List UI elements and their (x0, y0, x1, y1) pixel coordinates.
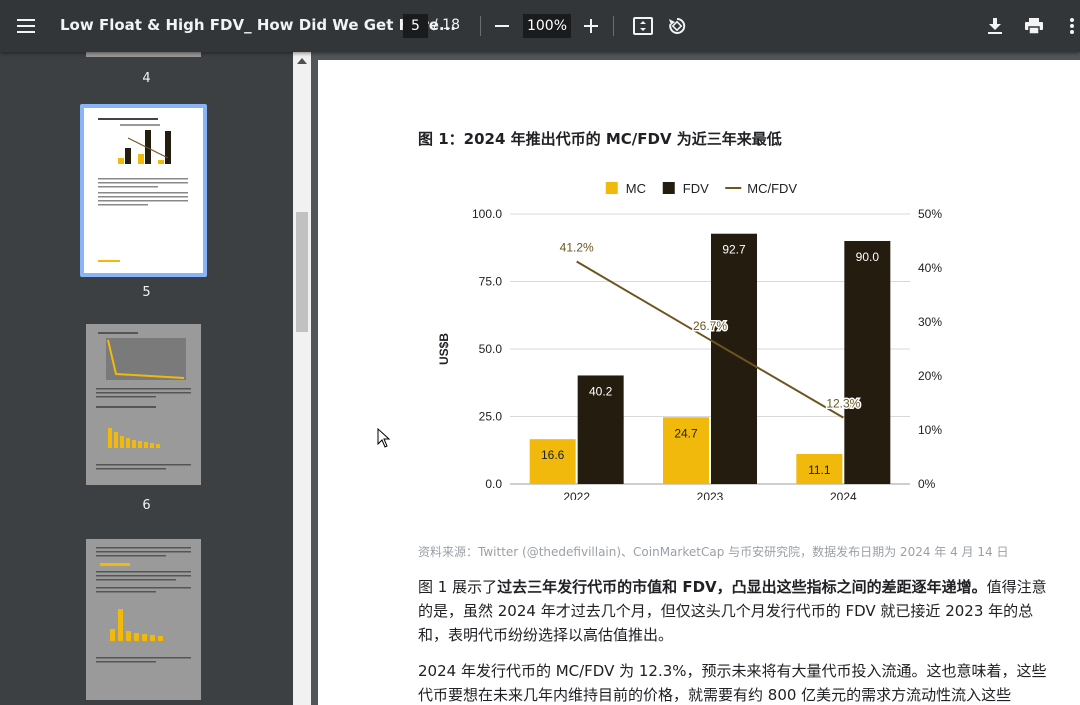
body-paragraph-1: 图 1 展示了过去三年发行代币的市值和 FDV，凸显出这些指标之间的差距逐年递增… (418, 575, 1058, 647)
y2-tick-label: 10% (918, 423, 942, 437)
y2-tick-label: 0% (918, 477, 936, 491)
thumbnail-preview-6 (96, 332, 191, 470)
thumbnail-sidebar: 4 5 6 (0, 52, 293, 705)
thumbnail-label-6: 6 (142, 498, 151, 513)
legend-swatch-mc (605, 182, 618, 194)
bar-value-label: 11.1 (808, 463, 831, 477)
y-tick-label: 75.0 (479, 275, 503, 289)
paragraph-text: 图 1 展示了 (418, 578, 498, 596)
bar-value-label: 90.0 (856, 250, 880, 264)
y2-tick-label: 40% (918, 261, 942, 275)
line-value-label: 26.7% (693, 319, 727, 333)
line-value-label: 41.2% (560, 241, 594, 255)
page-number-input[interactable] (403, 14, 428, 38)
thumbnail-label-4: 4 (142, 71, 151, 86)
scrollbar-thumb[interactable] (296, 212, 308, 332)
y-axis-label: US$B (437, 333, 451, 365)
rotate-icon[interactable] (661, 10, 693, 42)
mouse-cursor-icon (377, 427, 391, 452)
legend-label: MC/FDV (747, 181, 797, 196)
figure-source: 资料来源：Twitter (@thedefivillain)、CoinMarke… (418, 545, 1009, 559)
y-tick-label: 50.0 (479, 342, 503, 356)
zoom-out-icon[interactable] (486, 10, 518, 42)
zoom-level-input[interactable] (523, 14, 571, 38)
x-tick-label: 2022 (563, 490, 590, 500)
figure-title: 图 1：2024 年推出代币的 MC/FDV 为近三年来最低 (418, 130, 782, 148)
x-tick-label: 2024 (830, 490, 857, 500)
fit-to-page-icon[interactable] (627, 10, 659, 42)
thumbnail-label-5: 5 (142, 285, 151, 300)
menu-icon[interactable] (11, 10, 43, 42)
legend-label: FDV (683, 181, 709, 196)
legend-swatch-fdv (662, 182, 675, 194)
thumbnail-page-5[interactable] (84, 108, 203, 273)
print-icon[interactable] (1018, 10, 1050, 42)
legend-label: MC (626, 181, 646, 196)
more-options-icon[interactable] (1056, 10, 1080, 42)
y-tick-label: 0.0 (485, 477, 502, 491)
body-paragraph-2: 2024 年发行代币的 MC/FDV 为 12.3%，预示未来将有大量代币投入流… (418, 662, 1047, 704)
y2-tick-label: 30% (918, 315, 942, 329)
toolbar-divider (480, 16, 481, 36)
page-total: / 18 (433, 17, 460, 33)
bar-value-label: 16.6 (541, 448, 565, 462)
y2-tick-label: 50% (918, 207, 942, 221)
pdf-page: 图 1：2024 年推出代币的 MC/FDV 为近三年来最低 0.0 25.0 50… (318, 60, 1080, 705)
y2-tick-label: 20% (918, 369, 942, 383)
paragraph-bold-text: 过去三年发行代币的市值和 FDV，凸显出这些指标之间的差距逐年递增。 (497, 578, 987, 596)
bar-fdv (711, 233, 757, 484)
x-tick-label: 2023 (697, 490, 724, 500)
bar-value-label: 40.2 (589, 384, 613, 398)
download-icon[interactable] (979, 10, 1011, 42)
pdf-toolbar: Low Float & High FDV_ How Did We Get Her… (0, 0, 1080, 52)
thumbnail-preview-7 (96, 547, 191, 663)
document-title: Low Float & High FDV_ How Did We Get Her… (60, 16, 456, 34)
bar-value-label: 24.7 (674, 426, 698, 440)
bar-value-label: 92.7 (722, 243, 746, 257)
scroll-up-arrow-icon[interactable] (297, 58, 307, 64)
y-tick-label: 25.0 (479, 410, 503, 424)
mc-fdv-chart: 0.0 25.0 50.0 75.0 100.0 0% 10% 20% 30% 40% 50% US$… (437, 181, 942, 500)
zoom-in-icon[interactable] (575, 10, 607, 42)
thumbnail-page-4[interactable] (86, 52, 201, 57)
y-tick-label: 100.0 (472, 207, 502, 221)
thumbnail-preview-5 (98, 118, 188, 262)
thumbnail-page-6[interactable] (86, 324, 201, 485)
toolbar-divider (613, 16, 614, 36)
bar-fdv (844, 241, 891, 484)
thumbnail-page-7[interactable] (86, 539, 201, 700)
sidebar-scrollbar[interactable] (293, 52, 311, 705)
line-value-label: 12.3% (826, 397, 860, 411)
